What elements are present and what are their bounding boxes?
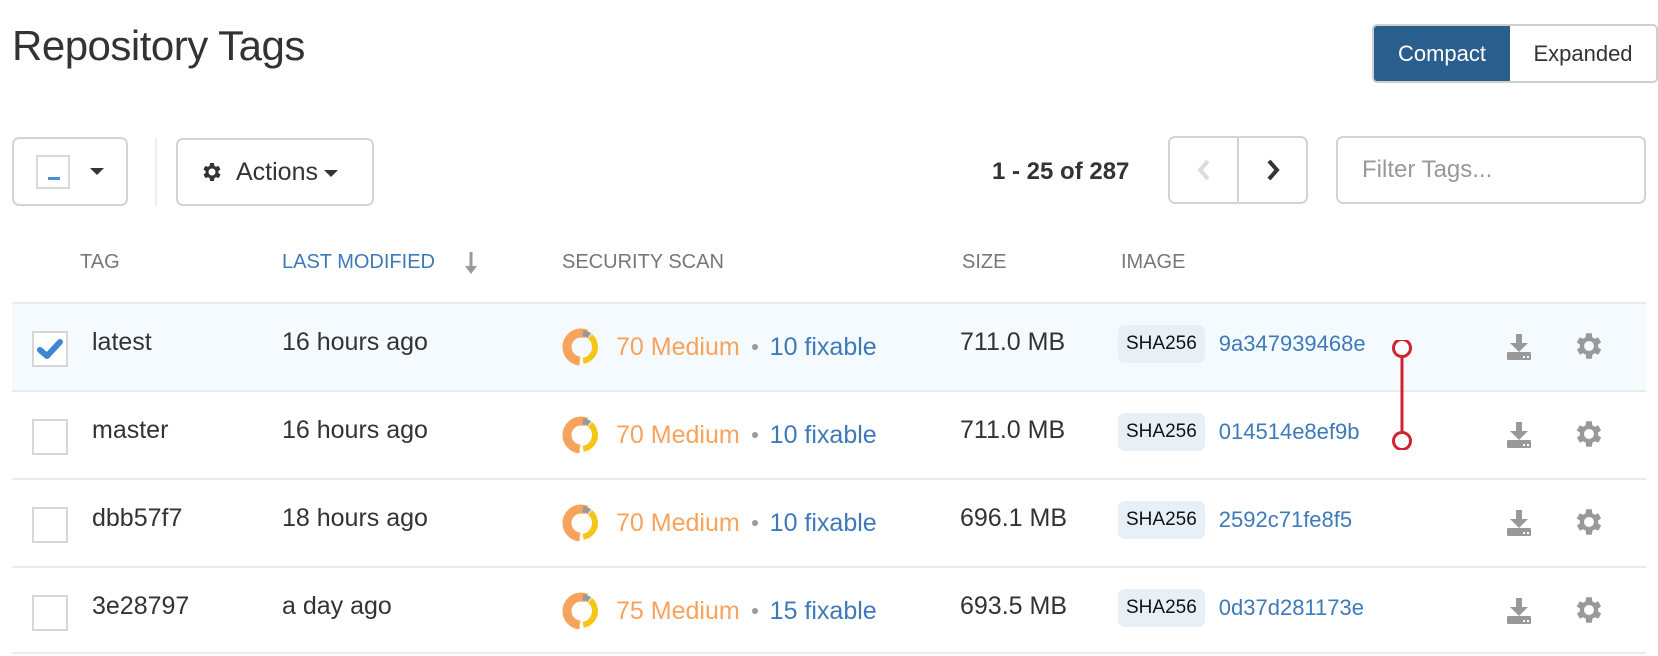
next-page-button[interactable]	[1237, 138, 1306, 202]
image-digest: SHA256 014514e8ef9b	[1118, 413, 1359, 451]
gear-icon[interactable]	[1572, 329, 1606, 363]
column-header-security-scan[interactable]: SECURITY SCAN	[562, 251, 724, 274]
linked-images-indicator[interactable]	[1390, 340, 1414, 450]
digest-link[interactable]: 2592c71fe8f5	[1219, 507, 1352, 533]
column-header-tag[interactable]: TAG	[80, 251, 120, 274]
digest-link[interactable]: 0d37d281173e	[1219, 595, 1364, 621]
column-header-image: IMAGE	[1121, 251, 1186, 273]
select-all-dropdown[interactable]	[12, 137, 128, 206]
gear-icon	[203, 163, 221, 181]
tag-name[interactable]: dbb57f7	[92, 504, 182, 533]
severity-summary[interactable]: 70 Medium	[616, 333, 740, 362]
column-header-size[interactable]: SIZE	[962, 251, 1006, 274]
security-scan: 75 Medium 15 fixable	[560, 590, 877, 632]
image-digest: SHA256 9a347939468e	[1118, 325, 1366, 363]
row-checkbox[interactable]	[32, 331, 68, 367]
previous-page-button[interactable]	[1170, 138, 1237, 202]
fixable-count[interactable]: 10 fixable	[770, 333, 877, 362]
download-icon[interactable]	[1504, 508, 1534, 538]
toolbar-divider	[155, 138, 157, 206]
download-icon[interactable]	[1504, 332, 1534, 362]
separator-dot	[751, 520, 758, 526]
severity-summary[interactable]: 70 Medium	[616, 509, 740, 538]
select-all-checkbox[interactable]	[36, 154, 70, 189]
security-scan: 70 Medium 10 fixable	[560, 326, 877, 368]
image-size: 711.0 MB	[960, 328, 1066, 356]
separator-dot	[751, 432, 758, 438]
digest-type-badge: SHA256	[1118, 589, 1205, 627]
actions-label: Actions	[236, 157, 318, 186]
image-digest: SHA256 0d37d281173e	[1118, 589, 1364, 627]
download-icon[interactable]	[1504, 596, 1534, 626]
last-modified: 16 hours ago	[282, 416, 428, 444]
separator-dot	[751, 344, 758, 350]
tag-name[interactable]: latest	[92, 328, 152, 357]
gear-icon[interactable]	[1572, 593, 1606, 627]
page-title: Repository Tags	[12, 22, 305, 69]
fixable-count[interactable]: 10 fixable	[770, 421, 877, 450]
column-header-last-modified[interactable]: LAST MODIFIED	[282, 251, 435, 274]
digest-type-badge: SHA256	[1118, 325, 1205, 363]
digest-link[interactable]: 014514e8ef9b	[1219, 419, 1360, 445]
vulnerability-donut-icon	[562, 592, 600, 630]
view-toggle: Compact Expanded	[1372, 24, 1658, 83]
last-modified: 18 hours ago	[282, 504, 428, 532]
separator-dot	[751, 608, 758, 614]
table-row: 3e28797 a day ago 75 Medium 15 fixable 6…	[12, 566, 1646, 654]
row-checkbox[interactable]	[32, 507, 68, 543]
digest-type-badge: SHA256	[1118, 413, 1205, 451]
table-row: dbb57f7 18 hours ago 70 Medium 10 fixabl…	[12, 478, 1646, 566]
tag-name[interactable]: 3e28797	[92, 592, 189, 621]
last-modified: 16 hours ago	[282, 328, 428, 356]
image-size: 711.0 MB	[960, 416, 1066, 444]
pagination-summary: 1 - 25 of 287	[992, 158, 1130, 185]
row-checkbox[interactable]	[32, 419, 68, 455]
vulnerability-donut-icon	[562, 504, 600, 542]
pagination-controls	[1168, 136, 1308, 204]
last-modified: a day ago	[282, 592, 392, 620]
expanded-view-button[interactable]: Expanded	[1510, 26, 1656, 81]
actions-dropdown-button[interactable]: Actions	[176, 138, 374, 206]
digest-link[interactable]: 9a347939468e	[1219, 331, 1366, 357]
compact-view-button[interactable]: Compact	[1374, 26, 1510, 81]
caret-down-icon	[323, 170, 338, 177]
digest-type-badge: SHA256	[1118, 501, 1205, 539]
security-scan: 70 Medium 10 fixable	[560, 502, 877, 544]
gear-icon[interactable]	[1572, 505, 1606, 539]
severity-summary[interactable]: 75 Medium	[616, 597, 740, 626]
download-icon[interactable]	[1504, 420, 1534, 450]
image-size: 696.1 MB	[960, 504, 1068, 532]
gear-icon[interactable]	[1572, 417, 1606, 451]
partial-select-indicator	[48, 176, 60, 180]
row-checkbox[interactable]	[32, 595, 68, 631]
tag-name[interactable]: master	[92, 416, 168, 445]
filter-tags-input[interactable]	[1336, 136, 1646, 204]
vulnerability-donut-icon	[562, 328, 600, 366]
caret-down-icon	[90, 168, 104, 175]
chevron-right-icon	[1267, 159, 1280, 181]
vulnerability-donut-icon	[562, 416, 600, 454]
fixable-count[interactable]: 15 fixable	[770, 597, 877, 626]
image-size: 693.5 MB	[960, 592, 1068, 620]
sort-descending-icon[interactable]	[463, 250, 479, 276]
checkmark-icon	[37, 339, 63, 359]
security-scan: 70 Medium 10 fixable	[560, 414, 877, 456]
image-digest: SHA256 2592c71fe8f5	[1118, 501, 1352, 539]
severity-summary[interactable]: 70 Medium	[616, 421, 740, 450]
chevron-left-icon	[1196, 159, 1209, 181]
fixable-count[interactable]: 10 fixable	[770, 509, 877, 538]
